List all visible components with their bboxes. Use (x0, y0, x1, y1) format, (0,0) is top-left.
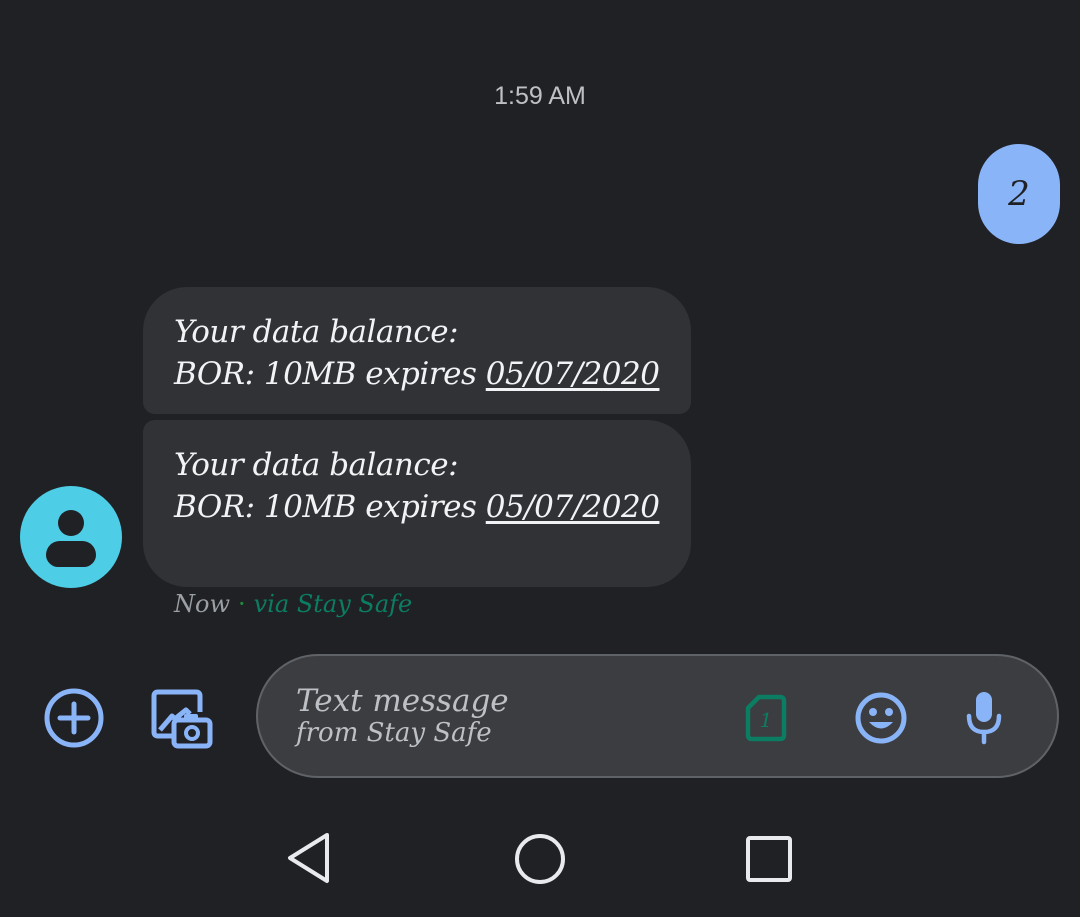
sent-message-bubble[interactable]: 2 (978, 144, 1060, 244)
add-circle-icon (44, 688, 104, 748)
back-triangle-icon (288, 833, 329, 883)
message-timestamp: 1:59 AM (494, 82, 586, 110)
sim-card-icon: 1 (745, 694, 787, 742)
gallery-camera-icon (151, 689, 213, 749)
add-attachment-button[interactable] (43, 687, 105, 749)
back-button[interactable] (284, 830, 334, 886)
recents-button[interactable] (745, 835, 793, 883)
message-status: Now · via Stay Safe (174, 590, 412, 618)
message-text: BOR: 10MB expires (174, 356, 486, 392)
message-time: Now (174, 590, 230, 618)
message-line: Your data balance: (174, 314, 459, 350)
recents-square-icon (746, 836, 792, 882)
home-circle-icon (515, 834, 565, 884)
message-text: BOR: 10MB expires (174, 489, 486, 525)
received-message-bubble[interactable]: Your data balance: BOR: 10MB expires 05/… (143, 420, 691, 587)
message-input-field[interactable]: Text message from Stay Safe 1 (256, 654, 1059, 778)
microphone-icon (966, 692, 1002, 745)
meta-separator: · (238, 590, 246, 618)
contact-avatar[interactable] (20, 486, 122, 588)
gallery-button[interactable] (150, 688, 214, 750)
voice-input-button[interactable] (964, 690, 1004, 746)
message-date-link[interactable]: 05/07/2020 (486, 356, 660, 392)
placeholder-line: from Stay Safe (296, 718, 492, 748)
emoji-icon (855, 692, 907, 744)
sent-message-text: 2 (1008, 174, 1030, 214)
received-message-bubble[interactable]: Your data balance: BOR: 10MB expires 05/… (143, 287, 691, 414)
message-date-link[interactable]: 05/07/2020 (486, 489, 660, 525)
message-line: Your data balance: (174, 447, 459, 483)
sim-number: 1 (760, 708, 773, 732)
message-input-placeholder: Text message from Stay Safe (296, 682, 509, 752)
home-button[interactable] (513, 832, 567, 886)
sim-indicator-text: via Stay Safe (253, 590, 413, 618)
sim-select-button[interactable]: 1 (745, 694, 787, 742)
message-line: BOR: 10MB expires 05/07/2020 (174, 486, 671, 528)
emoji-button[interactable] (854, 691, 908, 745)
message-line: BOR: 10MB expires 05/07/2020 (174, 353, 671, 395)
